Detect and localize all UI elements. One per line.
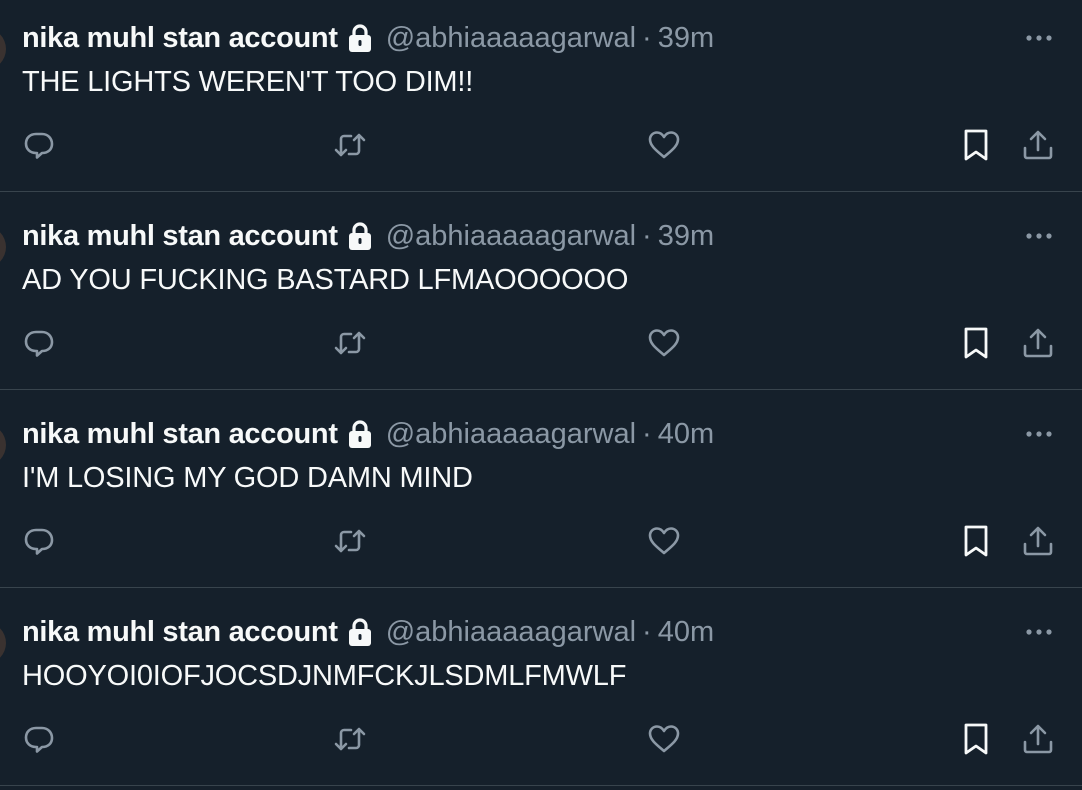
user-handle[interactable]: @abhiaaaaagarwal (386, 616, 636, 649)
bookmark-icon[interactable] (959, 722, 993, 756)
retweet-icon[interactable] (333, 722, 367, 756)
user-handle[interactable]: @abhiaaaaagarwal (386, 220, 636, 253)
share-icon[interactable] (1021, 128, 1055, 162)
tweet[interactable]: nika muhl stan account @abhiaaaaagarwal … (0, 192, 1082, 390)
display-name[interactable]: nika muhl stan account (22, 616, 338, 649)
separator-dot: · (642, 21, 652, 54)
retweet-icon[interactable] (333, 128, 367, 162)
like-icon[interactable] (647, 722, 681, 756)
more-icon[interactable] (1024, 224, 1054, 248)
tweet-header: nika muhl stan account @abhiaaaaagarwal … (22, 218, 714, 254)
lock-icon (346, 23, 374, 53)
display-name[interactable]: nika muhl stan account (22, 418, 338, 451)
bookmark-icon[interactable] (959, 326, 993, 360)
separator-dot: · (642, 615, 652, 648)
timestamp[interactable]: 39m (658, 22, 714, 55)
tweet-header: nika muhl stan account @abhiaaaaagarwal … (22, 20, 714, 56)
tweet-text: HOOYOI0IOFJOCSDJNMFCKJLSDMLFMWLF (22, 660, 627, 692)
tweet-text: I'M LOSING MY GOD DAMN MIND (22, 462, 473, 494)
reply-icon[interactable] (22, 722, 56, 756)
bookmark-icon[interactable] (959, 524, 993, 558)
like-icon[interactable] (647, 524, 681, 558)
display-name[interactable]: nika muhl stan account (22, 220, 338, 253)
like-icon[interactable] (647, 326, 681, 360)
lock-icon (346, 617, 374, 647)
timestamp[interactable]: 39m (658, 220, 714, 253)
like-icon[interactable] (647, 128, 681, 162)
timestamp[interactable]: 40m (658, 418, 714, 451)
bookmark-icon[interactable] (959, 128, 993, 162)
avatar[interactable] (0, 424, 6, 466)
reply-icon[interactable] (22, 524, 56, 558)
reply-icon[interactable] (22, 128, 56, 162)
separator-dot: · (642, 219, 652, 252)
more-icon[interactable] (1024, 620, 1054, 644)
display-name[interactable]: nika muhl stan account (22, 22, 338, 55)
timeline-feed: nika muhl stan account @abhiaaaaagarwal … (0, 0, 1082, 790)
tweet[interactable]: nika muhl stan account @abhiaaaaagarwal … (0, 0, 1082, 192)
more-icon[interactable] (1024, 422, 1054, 446)
reply-icon[interactable] (22, 326, 56, 360)
tweet-header: nika muhl stan account @abhiaaaaagarwal … (22, 614, 714, 650)
share-icon[interactable] (1021, 326, 1055, 360)
tweet-text: AD YOU FUCKING BASTARD LFMAOOOOOO (22, 264, 629, 296)
avatar[interactable] (0, 622, 6, 664)
share-icon[interactable] (1021, 722, 1055, 756)
timestamp[interactable]: 40m (658, 616, 714, 649)
retweet-icon[interactable] (333, 524, 367, 558)
tweet[interactable]: nika muhl stan account @abhiaaaaagarwal … (0, 390, 1082, 588)
share-icon[interactable] (1021, 524, 1055, 558)
retweet-icon[interactable] (333, 326, 367, 360)
tweet-text: THE LIGHTS WEREN'T TOO DIM!! (22, 66, 474, 98)
lock-icon (346, 221, 374, 251)
tweet-header: nika muhl stan account @abhiaaaaagarwal … (22, 416, 714, 452)
user-handle[interactable]: @abhiaaaaagarwal (386, 418, 636, 451)
user-handle[interactable]: @abhiaaaaagarwal (386, 22, 636, 55)
more-icon[interactable] (1024, 26, 1054, 50)
avatar[interactable] (0, 226, 6, 268)
lock-icon (346, 419, 374, 449)
tweet[interactable]: nika muhl stan account @abhiaaaaagarwal … (0, 588, 1082, 786)
separator-dot: · (642, 417, 652, 450)
avatar[interactable] (0, 28, 6, 70)
